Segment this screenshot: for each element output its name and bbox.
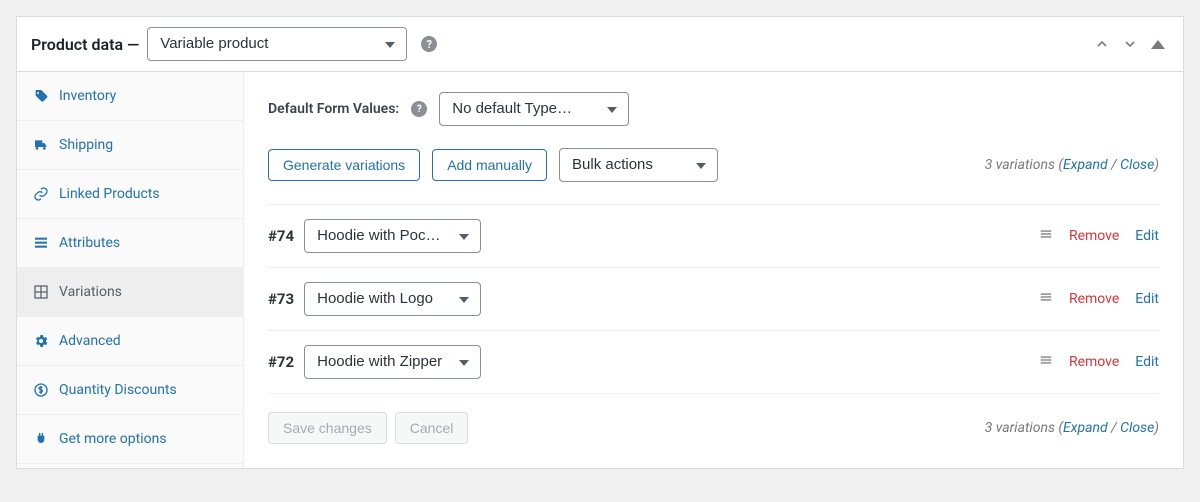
variation-row[interactable]: #74 Hoodie with Pocket Remove Edit bbox=[268, 205, 1159, 268]
remove-link[interactable]: Remove bbox=[1069, 354, 1119, 370]
help-icon[interactable]: ? bbox=[421, 36, 437, 52]
tab-label: Variations bbox=[59, 284, 122, 300]
tab-shipping[interactable]: Shipping bbox=[17, 121, 243, 170]
remove-link[interactable]: Remove bbox=[1069, 228, 1119, 244]
variations-footer: Save changes Cancel 3 variations (Expand… bbox=[268, 394, 1159, 444]
save-changes-button[interactable]: Save changes bbox=[268, 412, 387, 444]
sidebar: Inventory Shipping Linked Products Attri… bbox=[17, 72, 244, 468]
close-link[interactable]: Close bbox=[1120, 420, 1154, 436]
tab-label: Linked Products bbox=[59, 186, 160, 202]
tab-quantity-discounts[interactable]: Quantity Discounts bbox=[17, 366, 243, 415]
panel-toggle-group bbox=[1091, 33, 1169, 55]
variation-type-select[interactable]: Hoodie with Logo bbox=[304, 282, 481, 316]
variation-type-select[interactable]: Hoodie with Pocket bbox=[304, 219, 481, 253]
edit-link[interactable]: Edit bbox=[1135, 354, 1159, 370]
tab-linked-products[interactable]: Linked Products bbox=[17, 170, 243, 219]
panel-up-icon[interactable] bbox=[1091, 33, 1113, 55]
close-link[interactable]: Close bbox=[1120, 157, 1154, 173]
remove-link[interactable]: Remove bbox=[1069, 291, 1119, 307]
bulk-actions-select[interactable]: Bulk actions bbox=[559, 148, 718, 182]
tab-label: Shipping bbox=[59, 137, 113, 153]
expand-link[interactable]: Expand bbox=[1063, 420, 1108, 436]
default-values-row: Default Form Values: ? No default Type… bbox=[268, 92, 1159, 126]
variation-id: #74 bbox=[268, 227, 294, 245]
panel-body: Inventory Shipping Linked Products Attri… bbox=[17, 72, 1183, 468]
panel-header: Product data — Variable product ? bbox=[17, 17, 1183, 72]
variations-count-text: 3 variations (Expand / Close) bbox=[985, 157, 1159, 173]
generate-variations-button[interactable]: Generate variations bbox=[268, 149, 420, 181]
tab-inventory[interactable]: Inventory bbox=[17, 72, 243, 121]
tab-label: Quantity Discounts bbox=[59, 382, 177, 398]
edit-link[interactable]: Edit bbox=[1135, 228, 1159, 244]
panel-collapse-icon[interactable] bbox=[1147, 33, 1169, 55]
link-icon bbox=[33, 186, 49, 202]
truck-icon bbox=[33, 137, 49, 153]
panel-title: Product data — bbox=[31, 35, 139, 54]
default-type-select[interactable]: No default Type… bbox=[439, 92, 629, 126]
expand-link[interactable]: Expand bbox=[1063, 157, 1108, 173]
edit-link[interactable]: Edit bbox=[1135, 291, 1159, 307]
tab-label: Attributes bbox=[59, 235, 120, 251]
help-icon[interactable]: ? bbox=[411, 101, 427, 117]
variation-row[interactable]: #73 Hoodie with Logo Remove Edit bbox=[268, 268, 1159, 331]
product-type-select[interactable]: Variable product bbox=[147, 27, 407, 61]
dollar-icon bbox=[33, 382, 49, 398]
tab-variations[interactable]: Variations bbox=[17, 268, 243, 317]
tag-icon bbox=[33, 88, 49, 104]
panel-down-icon[interactable] bbox=[1119, 33, 1141, 55]
variations-pane: Default Form Values: ? No default Type… … bbox=[244, 72, 1183, 468]
grid-icon bbox=[33, 284, 49, 300]
default-values-label: Default Form Values: bbox=[268, 101, 399, 117]
tab-label: Advanced bbox=[59, 333, 121, 349]
variation-type-select[interactable]: Hoodie with Zipper bbox=[304, 345, 481, 379]
tab-label: Inventory bbox=[59, 88, 116, 104]
tab-label: Get more options bbox=[59, 431, 167, 447]
variation-list: #74 Hoodie with Pocket Remove Edit bbox=[268, 204, 1159, 394]
variation-id: #73 bbox=[268, 290, 294, 308]
drag-handle-icon[interactable] bbox=[1039, 353, 1053, 371]
variation-id: #72 bbox=[268, 353, 294, 371]
add-manually-button[interactable]: Add manually bbox=[432, 149, 547, 181]
list-icon bbox=[33, 235, 49, 251]
tab-attributes[interactable]: Attributes bbox=[17, 219, 243, 268]
variations-count-text-bottom: 3 variations (Expand / Close) bbox=[985, 420, 1159, 436]
gear-icon bbox=[33, 333, 49, 349]
tab-advanced[interactable]: Advanced bbox=[17, 317, 243, 366]
variations-toolbar: Generate variations Add manually Bulk ac… bbox=[268, 148, 1159, 182]
variation-row[interactable]: #72 Hoodie with Zipper Remove Edit bbox=[268, 331, 1159, 394]
tab-get-more[interactable]: Get more options bbox=[17, 415, 243, 464]
product-data-panel: Product data — Variable product ? Invent… bbox=[16, 16, 1184, 469]
cancel-button[interactable]: Cancel bbox=[395, 412, 469, 444]
plug-icon bbox=[33, 431, 49, 447]
drag-handle-icon[interactable] bbox=[1039, 290, 1053, 308]
drag-handle-icon[interactable] bbox=[1039, 227, 1053, 245]
